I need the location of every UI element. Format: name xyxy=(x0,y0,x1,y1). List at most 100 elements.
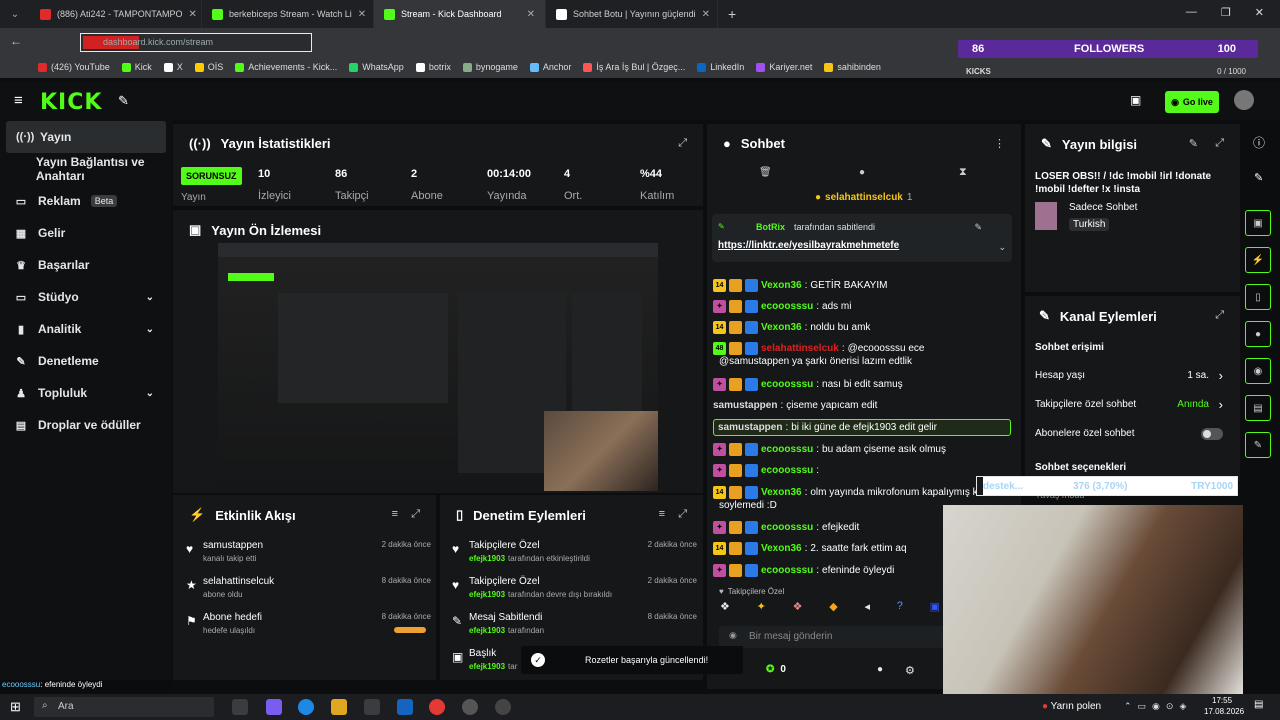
broadcast-icon[interactable]: ◉ xyxy=(1245,358,1271,384)
toggle-switch[interactable] xyxy=(1201,428,1223,440)
expand-icon[interactable]: ⤢ xyxy=(678,508,687,521)
emote-icon[interactable]: ❖ xyxy=(793,600,803,620)
chat-message[interactable]: ✦ ecoоosssu: nası bi edit samuş xyxy=(713,376,903,393)
chat-access-row[interactable]: Abonelere özel sohbet xyxy=(1035,428,1223,440)
pen-icon[interactable]: ✎ xyxy=(1254,171,1263,184)
bookmark-item[interactable]: LinkedIn xyxy=(697,62,744,72)
chat-username[interactable]: ecoоosssu xyxy=(761,301,813,312)
taskview-icon[interactable] xyxy=(232,699,248,715)
trash-icon[interactable]: 🗑 xyxy=(759,167,772,178)
bookmark-item[interactable]: (426) YouTube xyxy=(38,62,110,72)
sidebar-item[interactable]: ♟ Topluluk ⌄ xyxy=(0,377,172,409)
chat-username[interactable]: ecoоosssu xyxy=(761,465,813,476)
tab-close-icon[interactable]: ✕ xyxy=(527,9,535,20)
chat-username[interactable]: ecoоosssu xyxy=(761,565,813,576)
bolt-icon[interactable]: ⚡ xyxy=(1245,247,1271,273)
sidebar-item[interactable]: ▭ Reklam Beta xyxy=(0,185,172,217)
filter-icon[interactable]: ≡ xyxy=(659,508,665,520)
chat-username[interactable]: ecoоosssu xyxy=(761,522,813,533)
sidebar-item[interactable]: Yayın Bağlantısı ve Anahtarı xyxy=(0,153,172,185)
chat-bubble-icon[interactable]: ● xyxy=(877,664,883,675)
chat-access-row[interactable]: Takipçilere özel sohbet Anında › xyxy=(1035,397,1223,412)
tab-close-icon[interactable]: ✕ xyxy=(702,9,710,20)
layers-icon[interactable]: ▤ xyxy=(1245,395,1271,421)
bookmark-item[interactable]: sahibinden xyxy=(824,62,881,72)
explorer-icon[interactable] xyxy=(331,699,347,715)
edge-icon[interactable] xyxy=(298,699,314,715)
chrome-icon[interactable] xyxy=(429,699,445,715)
browser-tab[interactable]: Sohbet Botu | Yayının güçlendi ✕ xyxy=(546,0,718,28)
bookmark-item[interactable]: botrix xyxy=(415,62,451,72)
mail-icon[interactable] xyxy=(397,699,413,715)
chevron-down-icon[interactable]: ⌄ xyxy=(146,324,154,335)
stream-preview[interactable] xyxy=(218,243,658,491)
minimize-icon[interactable]: — xyxy=(1186,6,1197,19)
expand-icon[interactable]: ⤢ xyxy=(678,137,687,150)
chat-bubble-icon[interactable]: ● xyxy=(859,167,865,178)
copilot-icon[interactable] xyxy=(266,699,282,715)
chat-message[interactable]: 48 selahattinselcuk: @ecoоosssu ece xyxy=(713,340,924,357)
close-icon[interactable]: ✕ xyxy=(1255,6,1264,19)
bookmark-item[interactable]: Kariyer.net xyxy=(756,62,812,72)
windows-start-icon[interactable]: ⊞ xyxy=(10,699,21,715)
chat-message[interactable]: 14 Vexon36:2. saatte fark ettim aq xyxy=(713,540,907,557)
bookmark-item[interactable]: İş Ara İş Bul | Özgeç... xyxy=(583,62,685,72)
sidebar-item[interactable]: ♛ Başarılar xyxy=(0,249,172,281)
chat-username[interactable]: ecoоosssu xyxy=(761,444,813,455)
tab-search-icon[interactable]: ⌄ xyxy=(0,9,30,20)
emote-icon[interactable]: ✦ xyxy=(757,600,766,620)
weather-widget[interactable]: ● Yarın polen xyxy=(1042,701,1101,712)
expand-icon[interactable]: ⤢ xyxy=(411,508,420,521)
chat-username[interactable]: ecoоosssu xyxy=(761,379,813,390)
emote-icon[interactable]: ◆ xyxy=(829,600,837,620)
expand-icon[interactable]: ⤢ xyxy=(1215,309,1224,322)
sidebar-item[interactable]: ▭ Stüdyo ⌄ xyxy=(0,281,172,313)
chat-username[interactable]: Vexon36 xyxy=(761,543,802,554)
more-icon[interactable]: ⋮ xyxy=(994,137,1005,150)
browser-tab[interactable]: berkebiceps Stream - Watch Li ✕ xyxy=(202,0,374,28)
bookmark-item[interactable]: Achievements - Kick... xyxy=(235,62,337,72)
chat-access-row[interactable]: Hesap yaşı 1 sa. › xyxy=(1035,368,1223,383)
chat-message[interactable]: ✦ ecoоosssu: ads mi xyxy=(713,298,851,315)
go-live-button[interactable]: ◉ Go live xyxy=(1165,91,1219,113)
wrench-icon[interactable]: ✎ xyxy=(1245,432,1271,458)
sidebar-item[interactable]: ((·)) Yayın xyxy=(6,121,166,153)
chat-username[interactable]: Vexon36 xyxy=(761,280,802,291)
edit-icon[interactable]: ✎ xyxy=(1189,137,1198,150)
chat-message[interactable]: 14 Vexon36: GETİR BAKAYIM xyxy=(713,277,887,294)
maximize-icon[interactable]: ❐ xyxy=(1221,6,1231,19)
app-icon[interactable] xyxy=(495,699,511,715)
clipboard-icon[interactable]: ▯ xyxy=(1245,284,1271,310)
chat-username[interactable]: Vexon36 xyxy=(761,487,802,498)
bookmark-item[interactable]: WhatsApp xyxy=(349,62,404,72)
chat-message[interactable]: ✦ ecoоosssu: efeninde öyleydi xyxy=(713,562,894,579)
bookmark-item[interactable]: Anchor xyxy=(529,62,571,72)
bookmark-item[interactable]: OİS xyxy=(194,62,223,72)
avatar[interactable] xyxy=(1234,90,1254,110)
info-icon[interactable]: ⓘ xyxy=(1253,134,1265,151)
emote-icon[interactable]: ◂ xyxy=(864,600,870,620)
studio-icon[interactable]: ▣ xyxy=(1130,93,1141,107)
url-field[interactable]: dashboard.kick.com/stream xyxy=(80,33,312,52)
chat-username[interactable]: samustappen xyxy=(713,400,777,411)
gear-icon[interactable]: ⚙ xyxy=(905,664,915,677)
tray-icons[interactable]: ⌃▭◉⊙◈ xyxy=(1124,701,1192,712)
chat-message[interactable]: samustappen: çiseme yapıcam edit xyxy=(713,397,877,414)
sidebar-item[interactable]: ▦ Gelir xyxy=(0,217,172,249)
browser-tab[interactable]: Stream - Kick Dashboard ✕ xyxy=(374,0,546,28)
sidebar-item[interactable]: ▤ Droplar ve ödüller xyxy=(0,409,172,441)
tab-close-icon[interactable]: ✕ xyxy=(358,9,366,20)
chat-message[interactable]: 14 Vexon36: olm yayında mikrofonum kapalıy… xyxy=(713,484,978,501)
chevron-down-icon[interactable]: ⌄ xyxy=(146,292,154,303)
chat-username[interactable]: samustappen xyxy=(718,422,782,433)
hourglass-icon[interactable]: ⧗ xyxy=(959,166,967,179)
chevron-down-icon[interactable]: ⌄ xyxy=(998,242,1006,253)
back-icon[interactable]: ← xyxy=(10,34,22,48)
obs-icon[interactable] xyxy=(462,699,478,715)
chat-message[interactable]: samustappen: bi iki güne de efejk1903 edi… xyxy=(713,419,1011,436)
chat-message[interactable]: ✦ ecoоosssu: efejkedit xyxy=(713,519,859,536)
sidebar-item[interactable]: ▮ Analitik ⌄ xyxy=(0,313,172,345)
notification-icon[interactable]: ▤ xyxy=(1254,699,1263,710)
chat-username[interactable]: selahattinselcuk xyxy=(761,343,839,354)
camera-icon[interactable]: ▣ xyxy=(1245,210,1271,236)
